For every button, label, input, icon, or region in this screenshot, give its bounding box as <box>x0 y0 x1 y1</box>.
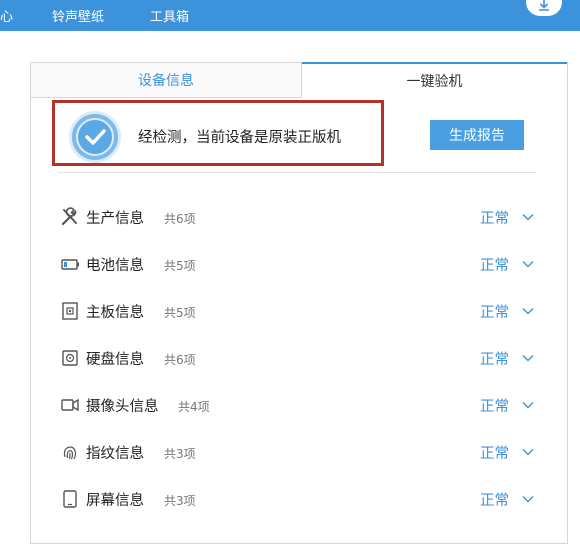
chevron-down-icon <box>522 261 534 268</box>
screen-icon <box>63 490 77 508</box>
nav-item-ringtone-wallpaper[interactable]: 铃声壁纸 <box>52 6 104 25</box>
section-row-camera[interactable]: 摄像头信息 共4项 正常 <box>58 393 536 417</box>
section-status: 正常 <box>480 211 509 227</box>
section-row-production[interactable]: 生产信息 共6项 正常 <box>58 205 536 229</box>
battery-icon <box>61 259 79 270</box>
chevron-down-icon <box>522 496 534 503</box>
section-status: 正常 <box>480 258 509 274</box>
camera-icon <box>61 398 79 412</box>
section-status: 正常 <box>480 305 509 321</box>
verdict-text: 经检测，当前设备是原装正版机 <box>138 130 341 146</box>
chevron-down-icon <box>522 308 534 315</box>
section-status: 正常 <box>480 493 509 509</box>
section-status: 正常 <box>480 399 509 415</box>
section-count: 共5项 <box>164 259 196 273</box>
fingerprint-icon <box>63 446 77 460</box>
chevron-down-icon <box>522 214 534 221</box>
verified-shield-icon <box>69 111 121 163</box>
section-status: 正常 <box>480 446 509 462</box>
chevron-down-icon <box>522 355 534 362</box>
section-count: 共5项 <box>164 306 196 320</box>
section-count: 共4项 <box>178 400 210 414</box>
download-icon <box>539 0 549 11</box>
disk-icon <box>62 350 78 366</box>
nav-item-toolbox[interactable]: 工具箱 <box>150 6 189 25</box>
section-label: 摄像头信息 <box>86 399 159 415</box>
section-label: 屏幕信息 <box>86 493 144 509</box>
section-count: 共3项 <box>164 494 196 508</box>
chevron-down-icon <box>522 449 534 456</box>
board-icon <box>62 302 78 320</box>
section-label: 生产信息 <box>86 211 144 227</box>
section-label: 硬盘信息 <box>86 352 144 368</box>
nav-item-center[interactable]: 心 <box>0 6 13 25</box>
download-button[interactable] <box>526 0 562 16</box>
section-row-mainboard[interactable]: 主板信息 共5项 正常 <box>58 299 536 323</box>
section-label: 主板信息 <box>86 305 144 321</box>
section-label: 电池信息 <box>86 258 144 274</box>
section-label: 指纹信息 <box>86 446 144 462</box>
section-count: 共6项 <box>164 353 196 367</box>
chevron-down-icon <box>522 402 534 409</box>
section-count: 共6项 <box>164 212 196 226</box>
section-status: 正常 <box>480 352 509 368</box>
tab-one-key-check[interactable]: 一键验机 <box>302 62 567 98</box>
section-row-fingerprint[interactable]: 指纹信息 共3项 正常 <box>58 440 536 464</box>
tools-icon <box>61 207 77 226</box>
section-row-battery[interactable]: 电池信息 共5项 正常 <box>58 252 536 276</box>
section-count: 共3项 <box>164 447 196 461</box>
top-nav-bar: 心 铃声壁纸 工具箱 <box>0 0 580 31</box>
section-row-disk[interactable]: 硬盘信息 共6项 正常 <box>58 346 536 370</box>
section-row-screen[interactable]: 屏幕信息 共3项 正常 <box>58 487 536 511</box>
tab-device-info[interactable]: 设备信息 <box>31 63 302 98</box>
divider <box>58 172 536 173</box>
generate-report-button[interactable]: 生成报告 <box>430 120 524 150</box>
